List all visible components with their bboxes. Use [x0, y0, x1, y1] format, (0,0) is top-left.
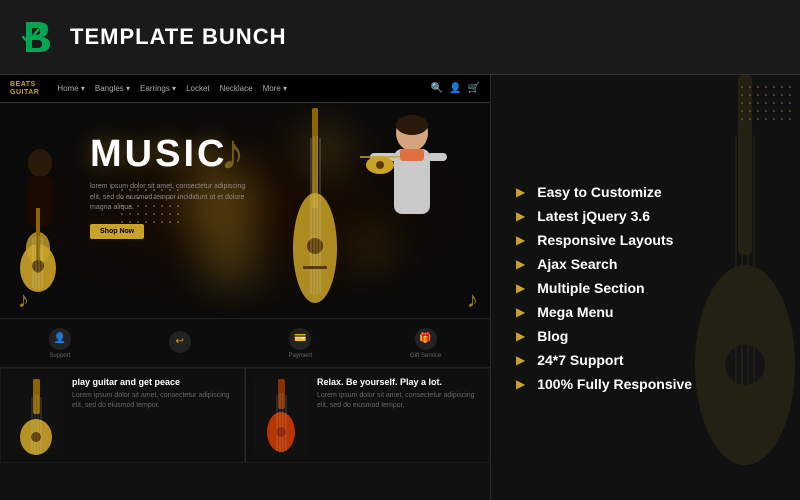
guitar-card-1: play guitar and get peace Lorem ipsum do…: [0, 368, 245, 463]
main-content: BEATS GUITAR Home ▾ Bangles ▾ Earrings ▾…: [0, 75, 800, 500]
guitar-card-1-image: [9, 377, 64, 455]
feature-item-5: ▶ Mega Menu: [516, 304, 775, 320]
guitar-person-left: [0, 138, 80, 318]
site-navbar: BEATS GUITAR Home ▾ Bangles ▾ Earrings ▾…: [0, 75, 490, 103]
feature-arrow-icon-3: ▶: [516, 257, 525, 271]
support-feature: 👤 Support: [49, 328, 71, 359]
feature-label-4: Multiple Section: [537, 280, 644, 296]
guitar-card-1-title: play guitar and get peace: [72, 377, 236, 387]
search-icon[interactable]: 🔍: [431, 83, 443, 94]
mandolin-instrument: [285, 108, 345, 313]
return-feature: ↩: [169, 331, 191, 356]
logo-area: TEMPLATE BUNCH: [18, 16, 286, 58]
feature-item-3: ▶ Ajax Search: [516, 256, 775, 272]
guitar-card-2: Relax. Be yourself. Play a lot. Lorem ip…: [245, 368, 490, 463]
gift-label: Gift Service: [410, 353, 441, 359]
payment-feature: 💳 Payment: [289, 328, 313, 359]
user-icon[interactable]: 👤: [449, 83, 461, 94]
site-nav-links: Home ▾ Bangles ▾ Earrings ▾ Locket Neckl…: [57, 84, 412, 93]
feature-item-8: ▶ 100% Fully Responsive: [516, 376, 775, 392]
nav-necklace[interactable]: Necklace: [220, 84, 253, 93]
hero-section: ♪ MUSIC lorem ipsum dolor sit amet, cons…: [0, 103, 490, 318]
hero-title: MUSIC: [90, 133, 250, 176]
feature-arrow-icon-0: ▶: [516, 185, 525, 199]
site-brand: BEATS GUITAR: [10, 81, 39, 96]
gift-feature: 🎁 Gift Service: [410, 328, 441, 359]
music-note-right-icon: ♪: [467, 287, 478, 313]
feature-item-2: ▶ Responsive Layouts: [516, 232, 775, 248]
feature-arrow-icon-4: ▶: [516, 281, 525, 295]
violin-person: [350, 113, 450, 308]
dot-grid-decoration: [120, 188, 180, 228]
cart-icon[interactable]: 🛒: [468, 83, 480, 94]
feature-item-1: ▶ Latest jQuery 3.6: [516, 208, 775, 224]
feature-label-8: 100% Fully Responsive: [537, 376, 692, 392]
feature-label-0: Easy to Customize: [537, 184, 661, 200]
feature-arrow-icon-6: ▶: [516, 329, 525, 343]
music-note-left-icon: ♪: [18, 287, 29, 313]
feature-label-3: Ajax Search: [537, 256, 617, 272]
feature-list: ▶ Easy to Customize ▶ Latest jQuery 3.6 ▶ Res…: [516, 184, 775, 392]
payment-label: Payment: [289, 353, 313, 359]
feature-item-0: ▶ Easy to Customize: [516, 184, 775, 200]
nav-earrings[interactable]: Earrings ▾: [140, 84, 176, 93]
feature-arrow-icon-5: ▶: [516, 305, 525, 319]
logo-text: TEMPLATE BUNCH: [70, 24, 286, 50]
feature-item-7: ▶ 24*7 Support: [516, 352, 775, 368]
feature-label-2: Responsive Layouts: [537, 232, 673, 248]
feature-arrow-icon-7: ▶: [516, 353, 525, 367]
feature-item-4: ▶ Multiple Section: [516, 280, 775, 296]
support-label: Support: [49, 353, 70, 359]
guitar-card-1-desc: Lorem ipsum dolor sit amet, consectetur …: [72, 391, 236, 411]
nav-bangles[interactable]: Bangles ▾: [95, 84, 130, 93]
feature-arrow-icon-1: ▶: [516, 209, 525, 223]
nav-locket[interactable]: Locket: [186, 84, 210, 93]
header: TEMPLATE BUNCH: [0, 0, 800, 75]
feature-label-7: 24*7 Support: [537, 352, 623, 368]
guitar-card-2-text: Relax. Be yourself. Play a lot. Lorem ip…: [317, 377, 481, 454]
nav-more[interactable]: More ▾: [263, 84, 287, 93]
logo-icon: [18, 16, 60, 58]
guitar-card-1-text: play guitar and get peace Lorem ipsum do…: [72, 377, 236, 454]
nav-home[interactable]: Home ▾: [57, 84, 85, 93]
feature-icons-row: 👤 Support ↩ 💳 Payment 🎁 Gift Service: [0, 318, 490, 368]
guitar-card-2-title: Relax. Be yourself. Play a lot.: [317, 377, 481, 387]
preview-panel: BEATS GUITAR Home ▾ Bangles ▾ Earrings ▾…: [0, 75, 490, 500]
feature-arrow-icon-2: ▶: [516, 233, 525, 247]
support-icon: 👤: [49, 328, 71, 350]
site-nav-icons: 🔍 👤 🛒: [431, 83, 480, 94]
feature-arrow-icon-8: ▶: [516, 377, 525, 391]
feature-label-5: Mega Menu: [537, 304, 613, 320]
return-icon: ↩: [169, 331, 191, 353]
feature-item-6: ▶ Blog: [516, 328, 775, 344]
feature-label-1: Latest jQuery 3.6: [537, 208, 650, 224]
guitar-card-2-desc: Lorem ipsum dolor sit amet, consectetur …: [317, 391, 481, 411]
feature-label-6: Blog: [537, 328, 568, 344]
gift-icon: 🎁: [415, 328, 437, 350]
payment-icon: 💳: [289, 328, 311, 350]
features-panel: ▶ Easy to Customize ▶ Latest jQuery 3.6 ▶ Res…: [490, 75, 800, 500]
guitar-card-2-image: [254, 377, 309, 455]
guitar-cards-row: play guitar and get peace Lorem ipsum do…: [0, 368, 490, 463]
